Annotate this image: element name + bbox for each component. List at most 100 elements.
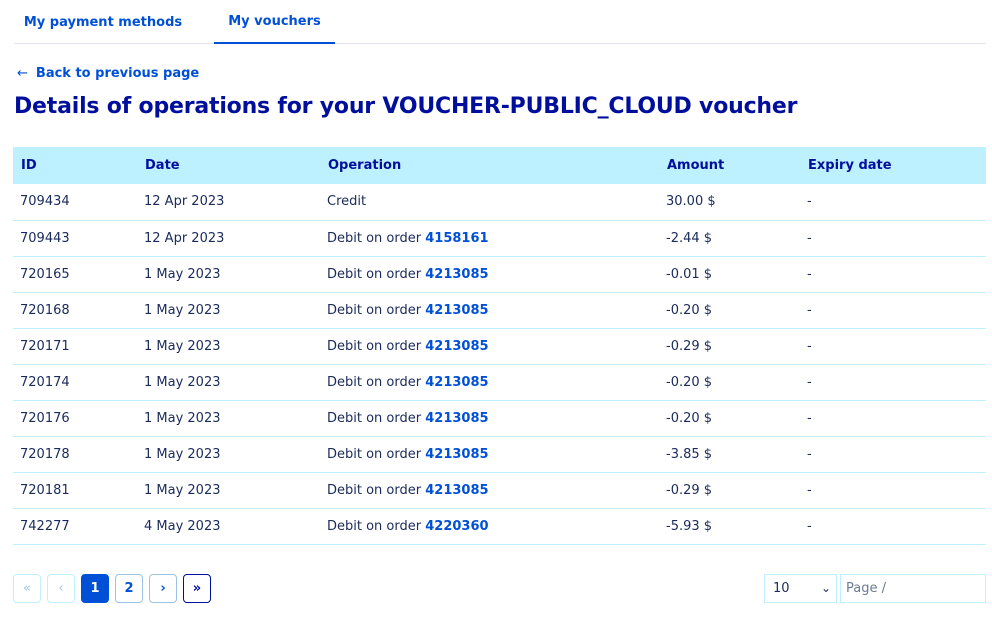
cell-operation: Debit on order 4213085: [320, 472, 659, 508]
table-row: 720176 1 May 2023 Debit on order 4213085 -0…: [13, 400, 986, 436]
order-link[interactable]: 4158161: [425, 231, 488, 246]
cell-operation: Debit on order 4158161: [320, 220, 659, 256]
order-link[interactable]: 4220360: [425, 519, 488, 534]
operation-label: Debit on order: [327, 302, 426, 318]
cell-expiry: -: [807, 194, 812, 210]
page-1-button[interactable]: 1: [81, 574, 109, 603]
column-header-date: Date: [145, 158, 180, 173]
cell-operation: Credit: [320, 184, 659, 220]
last-page-button[interactable]: »: [183, 574, 211, 603]
items-per-page-select[interactable]: 10 ⌄: [764, 574, 837, 603]
cell-amount: -3.85 $: [666, 446, 713, 462]
order-link[interactable]: 4213085: [425, 411, 488, 426]
column-header-expiry: Expiry date: [808, 158, 892, 173]
operation-label: Debit on order: [327, 374, 426, 390]
cell-amount: -0.20 $: [666, 302, 713, 318]
cell-amount: -0.20 $: [666, 374, 713, 390]
table-row: 720165 1 May 2023 Debit on order 4213085 -0…: [13, 256, 986, 292]
back-link-label: Back to previous page: [35, 65, 200, 81]
table-row: 720174 1 May 2023 Debit on order 4213085 -0…: [13, 364, 986, 400]
cell-expiry: -: [807, 266, 812, 282]
cell-date: 1 May 2023: [144, 302, 221, 318]
operation-label: Debit on order: [327, 266, 426, 282]
table-row: 742277 4 May 2023 Debit on order 4220360 -5…: [13, 508, 986, 544]
cell-date: 1 May 2023: [144, 266, 221, 282]
cell-date: 1 May 2023: [144, 482, 221, 498]
cell-operation: Debit on order 4213085: [320, 256, 659, 292]
cell-amount: 30.00 $: [666, 194, 716, 210]
cell-expiry: -: [807, 302, 812, 318]
cell-operation: Debit on order 4213085: [320, 400, 659, 436]
cell-date: 1 May 2023: [144, 410, 221, 426]
table-row: 720178 1 May 2023 Debit on order 4213085 -3…: [13, 436, 986, 472]
cell-operation: Debit on order 4213085: [320, 328, 659, 364]
next-page-button[interactable]: ›: [149, 574, 177, 603]
cell-expiry: -: [807, 230, 812, 246]
cell-date: 1 May 2023: [144, 338, 221, 354]
cell-date: 4 May 2023: [144, 518, 221, 534]
operation-label: Debit on order: [327, 410, 426, 426]
back-link[interactable]: ← Back to previous page: [17, 63, 199, 83]
operation-label: Debit on order: [327, 338, 426, 354]
chevron-down-icon: ⌄: [820, 581, 831, 595]
cell-id: 720171: [20, 338, 70, 354]
cell-operation: Debit on order 4213085: [320, 364, 659, 400]
cell-id: 720181: [20, 482, 70, 498]
tab-my-vouchers[interactable]: My vouchers: [214, 0, 335, 44]
cell-date: 12 Apr 2023: [144, 230, 225, 246]
cell-amount: -5.93 $: [666, 518, 713, 534]
cell-operation: Debit on order 4220360: [320, 508, 659, 544]
cell-date: 1 May 2023: [144, 446, 221, 462]
operation-label: Debit on order: [327, 230, 426, 246]
cell-amount: -0.29 $: [666, 338, 713, 354]
cell-expiry: -: [807, 518, 812, 534]
operation-label: Credit: [327, 194, 367, 210]
table-row: 709434 12 Apr 2023 Credit 30.00 $ -: [13, 184, 986, 220]
operation-label: Debit on order: [327, 482, 426, 498]
cell-operation: Debit on order 4213085: [320, 436, 659, 472]
order-link[interactable]: 4213085: [425, 483, 488, 498]
cell-id: 720165: [20, 266, 70, 282]
operation-label: Debit on order: [327, 446, 426, 462]
pagination: « ‹ 1 2 › »: [13, 574, 211, 603]
page-2-button[interactable]: 2: [115, 574, 143, 603]
cell-amount: -0.29 $: [666, 482, 713, 498]
cell-id: 720168: [20, 302, 70, 318]
order-link[interactable]: 4213085: [425, 339, 488, 354]
order-link[interactable]: 4213085: [425, 267, 488, 282]
column-header-amount: Amount: [667, 158, 725, 173]
page-number-input[interactable]: [840, 574, 986, 603]
tab-payment-methods[interactable]: My payment methods: [14, 0, 192, 44]
cell-amount: -2.44 $: [666, 230, 713, 246]
operation-label: Debit on order: [327, 518, 426, 534]
table-row: 720181 1 May 2023 Debit on order 4213085 -0…: [13, 472, 986, 508]
cell-expiry: -: [807, 338, 812, 354]
order-link[interactable]: 4213085: [425, 375, 488, 390]
order-link[interactable]: 4213085: [425, 447, 488, 462]
cell-id: 742277: [20, 518, 70, 534]
cell-expiry: -: [807, 410, 812, 426]
cell-date: 12 Apr 2023: [144, 194, 225, 210]
cell-id: 720174: [20, 374, 70, 390]
order-link[interactable]: 4213085: [425, 303, 488, 318]
cell-id: 720176: [20, 410, 70, 426]
arrow-left-icon: ←: [17, 65, 28, 81]
cell-id: 720178: [20, 446, 70, 462]
column-header-id: ID: [21, 158, 37, 173]
cell-amount: -0.01 $: [666, 266, 713, 282]
cell-id: 709434: [20, 194, 70, 210]
first-page-button[interactable]: «: [13, 574, 41, 603]
column-header-operation: Operation: [328, 158, 402, 173]
previous-page-button[interactable]: ‹: [47, 574, 75, 603]
items-per-page-value: 10: [773, 581, 790, 596]
table-row: 720168 1 May 2023 Debit on order 4213085 -0…: [13, 292, 986, 328]
cell-expiry: -: [807, 482, 812, 498]
table-row: 709443 12 Apr 2023 Debit on order 4158161-…: [13, 220, 986, 256]
operations-table: ID Date Operation Amount Expiry date 709…: [13, 147, 986, 545]
page-title: Details of operations for your VOUCHER-P…: [14, 94, 798, 119]
cell-expiry: -: [807, 374, 812, 390]
cell-operation: Debit on order 4213085: [320, 292, 659, 328]
cell-date: 1 May 2023: [144, 374, 221, 390]
tab-bar: My payment methods My vouchers: [14, 0, 986, 44]
cell-expiry: -: [807, 446, 812, 462]
